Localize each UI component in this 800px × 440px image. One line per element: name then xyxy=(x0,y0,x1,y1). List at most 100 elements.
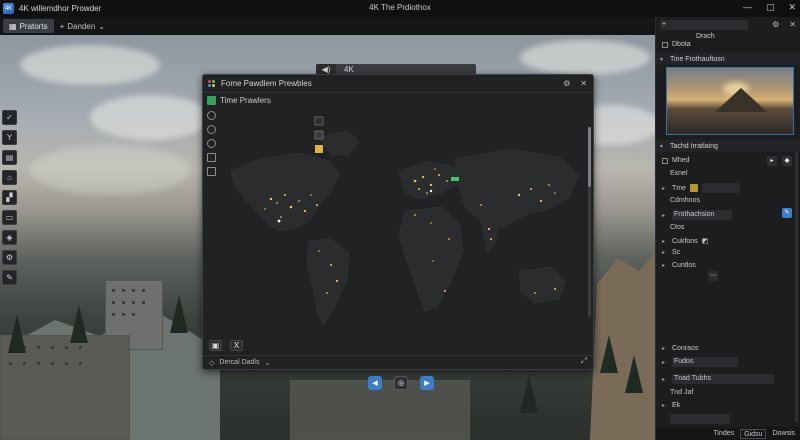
star-badge-icon xyxy=(690,184,698,192)
edit-tool-button[interactable]: ✎ xyxy=(2,270,17,285)
map-footer-label[interactable]: Dercal Dadls xyxy=(219,359,259,366)
scene-thumbnail[interactable] xyxy=(666,67,794,135)
check-tool-button[interactable]: ✓ xyxy=(2,110,17,125)
world-map-night-lights[interactable] xyxy=(219,111,589,356)
tab-label: Pratorts xyxy=(19,21,48,31)
panel-brand: Drach xyxy=(696,33,715,40)
map-marker-1 xyxy=(314,116,324,126)
tab-bar: ▦ Pratorts + Danden ⌄ xyxy=(0,17,655,35)
map-marker-2 xyxy=(314,130,324,140)
dots-label: Dbota xyxy=(672,41,691,48)
time-section-header[interactable]: ▾ Tine Frothauftosn xyxy=(656,53,800,65)
list-tool-button[interactable]: ▤ xyxy=(2,150,17,165)
map-side-tools xyxy=(207,111,216,176)
app-title: 4K willemdhor Prowder xyxy=(19,4,102,13)
list-item: Exnel xyxy=(670,170,688,177)
tag-icon: ◩ xyxy=(701,238,709,245)
chevron-down-icon[interactable]: ⌄ xyxy=(264,359,270,367)
map-window-title: Fome Pawdlem Prewbles xyxy=(221,79,312,88)
settings-tool-button[interactable]: ⚙ xyxy=(2,250,17,265)
brush-tool-button[interactable]: ◈ xyxy=(2,230,17,245)
footer-gidsu-button[interactable]: Gidsu xyxy=(740,428,767,439)
frame-tool-icon[interactable] xyxy=(207,167,216,176)
gear-icon[interactable]: ⚙ xyxy=(772,20,779,29)
maximize-button[interactable]: ▢ xyxy=(766,2,775,13)
left-toolbar: ✓ Y ▤ ⌂ ▞ ▭ ◈ ⚙ ✎ xyxy=(2,110,18,285)
map-window-footer: ◇ Dercal Dadls ⌄ xyxy=(203,355,593,369)
arrow-icon[interactable]: ▸ xyxy=(767,156,777,166)
close-button[interactable]: ✕ xyxy=(788,2,796,13)
minimize-button[interactable]: — xyxy=(743,2,752,13)
crop-icon[interactable]: X xyxy=(230,340,243,351)
map-flag-marker xyxy=(451,177,459,181)
next-button[interactable]: ▶ xyxy=(420,376,434,390)
progress-row xyxy=(670,414,730,424)
list-item: Tnd Jaf xyxy=(670,389,694,396)
list-item[interactable]: ▸ Tme xyxy=(662,183,740,193)
list-item[interactable]: ▸ Cuntlos xyxy=(662,262,696,269)
north-america-landmass xyxy=(230,152,340,232)
right-panel: + ⚙ ✕ Drach Dbota ▾ Tine Frothauftosn ▾ … xyxy=(655,17,800,440)
settings-icon[interactable]: ⚙ xyxy=(563,79,570,88)
footer-dowsis-button[interactable]: Dowsis xyxy=(772,430,795,437)
list-item[interactable]: ▸ Cukfons ◩ xyxy=(662,237,709,246)
greenland-landmass xyxy=(318,130,360,156)
app-logo-icon: 4K xyxy=(3,3,14,14)
window-title: 4K The Prdiothox xyxy=(369,3,431,12)
camera-icon[interactable]: ▣ xyxy=(209,340,222,351)
europe-landmass xyxy=(398,160,460,200)
chevron-down-icon: ⌄ xyxy=(98,21,105,31)
layers-tool-button[interactable]: ▞ xyxy=(2,190,17,205)
panel-footer: Tindes Gidsu Dowsis xyxy=(656,427,800,440)
zoom-out-tool-icon[interactable] xyxy=(207,139,216,148)
bookmark-icon[interactable]: ◆ xyxy=(782,156,792,166)
list-item: Cdmhnos xyxy=(670,197,700,204)
list-item[interactable]: ▸ Ek xyxy=(662,402,680,409)
list-item[interactable]: ▸ Sc xyxy=(662,249,680,256)
list-item[interactable]: Mhed xyxy=(662,157,690,164)
map-subtitle: Time Prawlers xyxy=(220,96,271,105)
dots-icon[interactable]: ⋯ xyxy=(708,271,718,281)
list-item[interactable]: ▸ Conraos xyxy=(662,345,698,352)
tab-danden[interactable]: + Danden ⌄ xyxy=(60,22,105,31)
record-button[interactable]: ◎ xyxy=(394,376,408,390)
expand-icon[interactable]: ⤢ xyxy=(581,356,587,366)
close-icon[interactable]: ✕ xyxy=(580,79,587,88)
home-tool-button[interactable]: ⌂ xyxy=(2,170,17,185)
chevron-down-icon: ▾ xyxy=(660,143,664,150)
globe-tool-icon[interactable] xyxy=(207,111,216,120)
tab-label: Danden xyxy=(67,21,96,31)
map-window[interactable]: Fome Pawdlem Prewbles ⚙ ✕ Time Prawlers xyxy=(202,74,594,370)
list-item[interactable]: ▸ Tnad Tubhs xyxy=(662,374,774,384)
close-icon[interactable]: ✕ xyxy=(789,20,796,29)
dots-checkbox[interactable] xyxy=(662,41,668,48)
panel-scrollbar[interactable] xyxy=(795,152,798,422)
footer-tindes-button[interactable]: Tindes xyxy=(713,430,734,437)
layer-tool-icon[interactable] xyxy=(207,153,216,162)
app-dots-icon xyxy=(208,79,216,88)
list-item: Ctos xyxy=(670,224,685,231)
panel-search-input[interactable]: + xyxy=(660,20,748,30)
list-item[interactable]: ▸ Frothachsion xyxy=(662,210,732,220)
tab-pratorts[interactable]: ▦ Pratorts xyxy=(3,19,54,33)
zoom-in-tool-icon[interactable] xyxy=(207,125,216,134)
title-bar: 4K 4K willemdhor Prowder 4K The Prdiotho… xyxy=(0,0,800,17)
map-marker-3 xyxy=(315,145,323,153)
chip-label: 4K xyxy=(344,65,354,74)
section-label: Tachd Irratlaing xyxy=(670,142,718,150)
south-america-landmass xyxy=(306,238,350,326)
map-window-header[interactable]: Fome Pawdlem Prewbles ⚙ ✕ xyxy=(203,75,593,93)
frame-tool-button[interactable]: ▭ xyxy=(2,210,17,225)
playback-controls: ◀ ◎ ▶ xyxy=(368,376,434,390)
list-item[interactable]: ▸ Fudos xyxy=(662,357,738,367)
india-landmass xyxy=(480,220,500,252)
previous-button[interactable]: ◀ xyxy=(368,376,382,390)
pin-icon: ◇ xyxy=(209,359,215,367)
toolset-section-header[interactable]: ▾ Tachd Irratlaing xyxy=(656,140,800,152)
map-scrollbar-thumb[interactable] xyxy=(588,127,591,187)
edit-icon[interactable]: ✎ xyxy=(782,208,792,218)
plus-icon: + xyxy=(59,21,65,31)
section-label: Tine Frothauftosn xyxy=(670,55,725,63)
filter-tool-button[interactable]: Y xyxy=(2,130,17,145)
asia-landmass xyxy=(454,148,580,228)
